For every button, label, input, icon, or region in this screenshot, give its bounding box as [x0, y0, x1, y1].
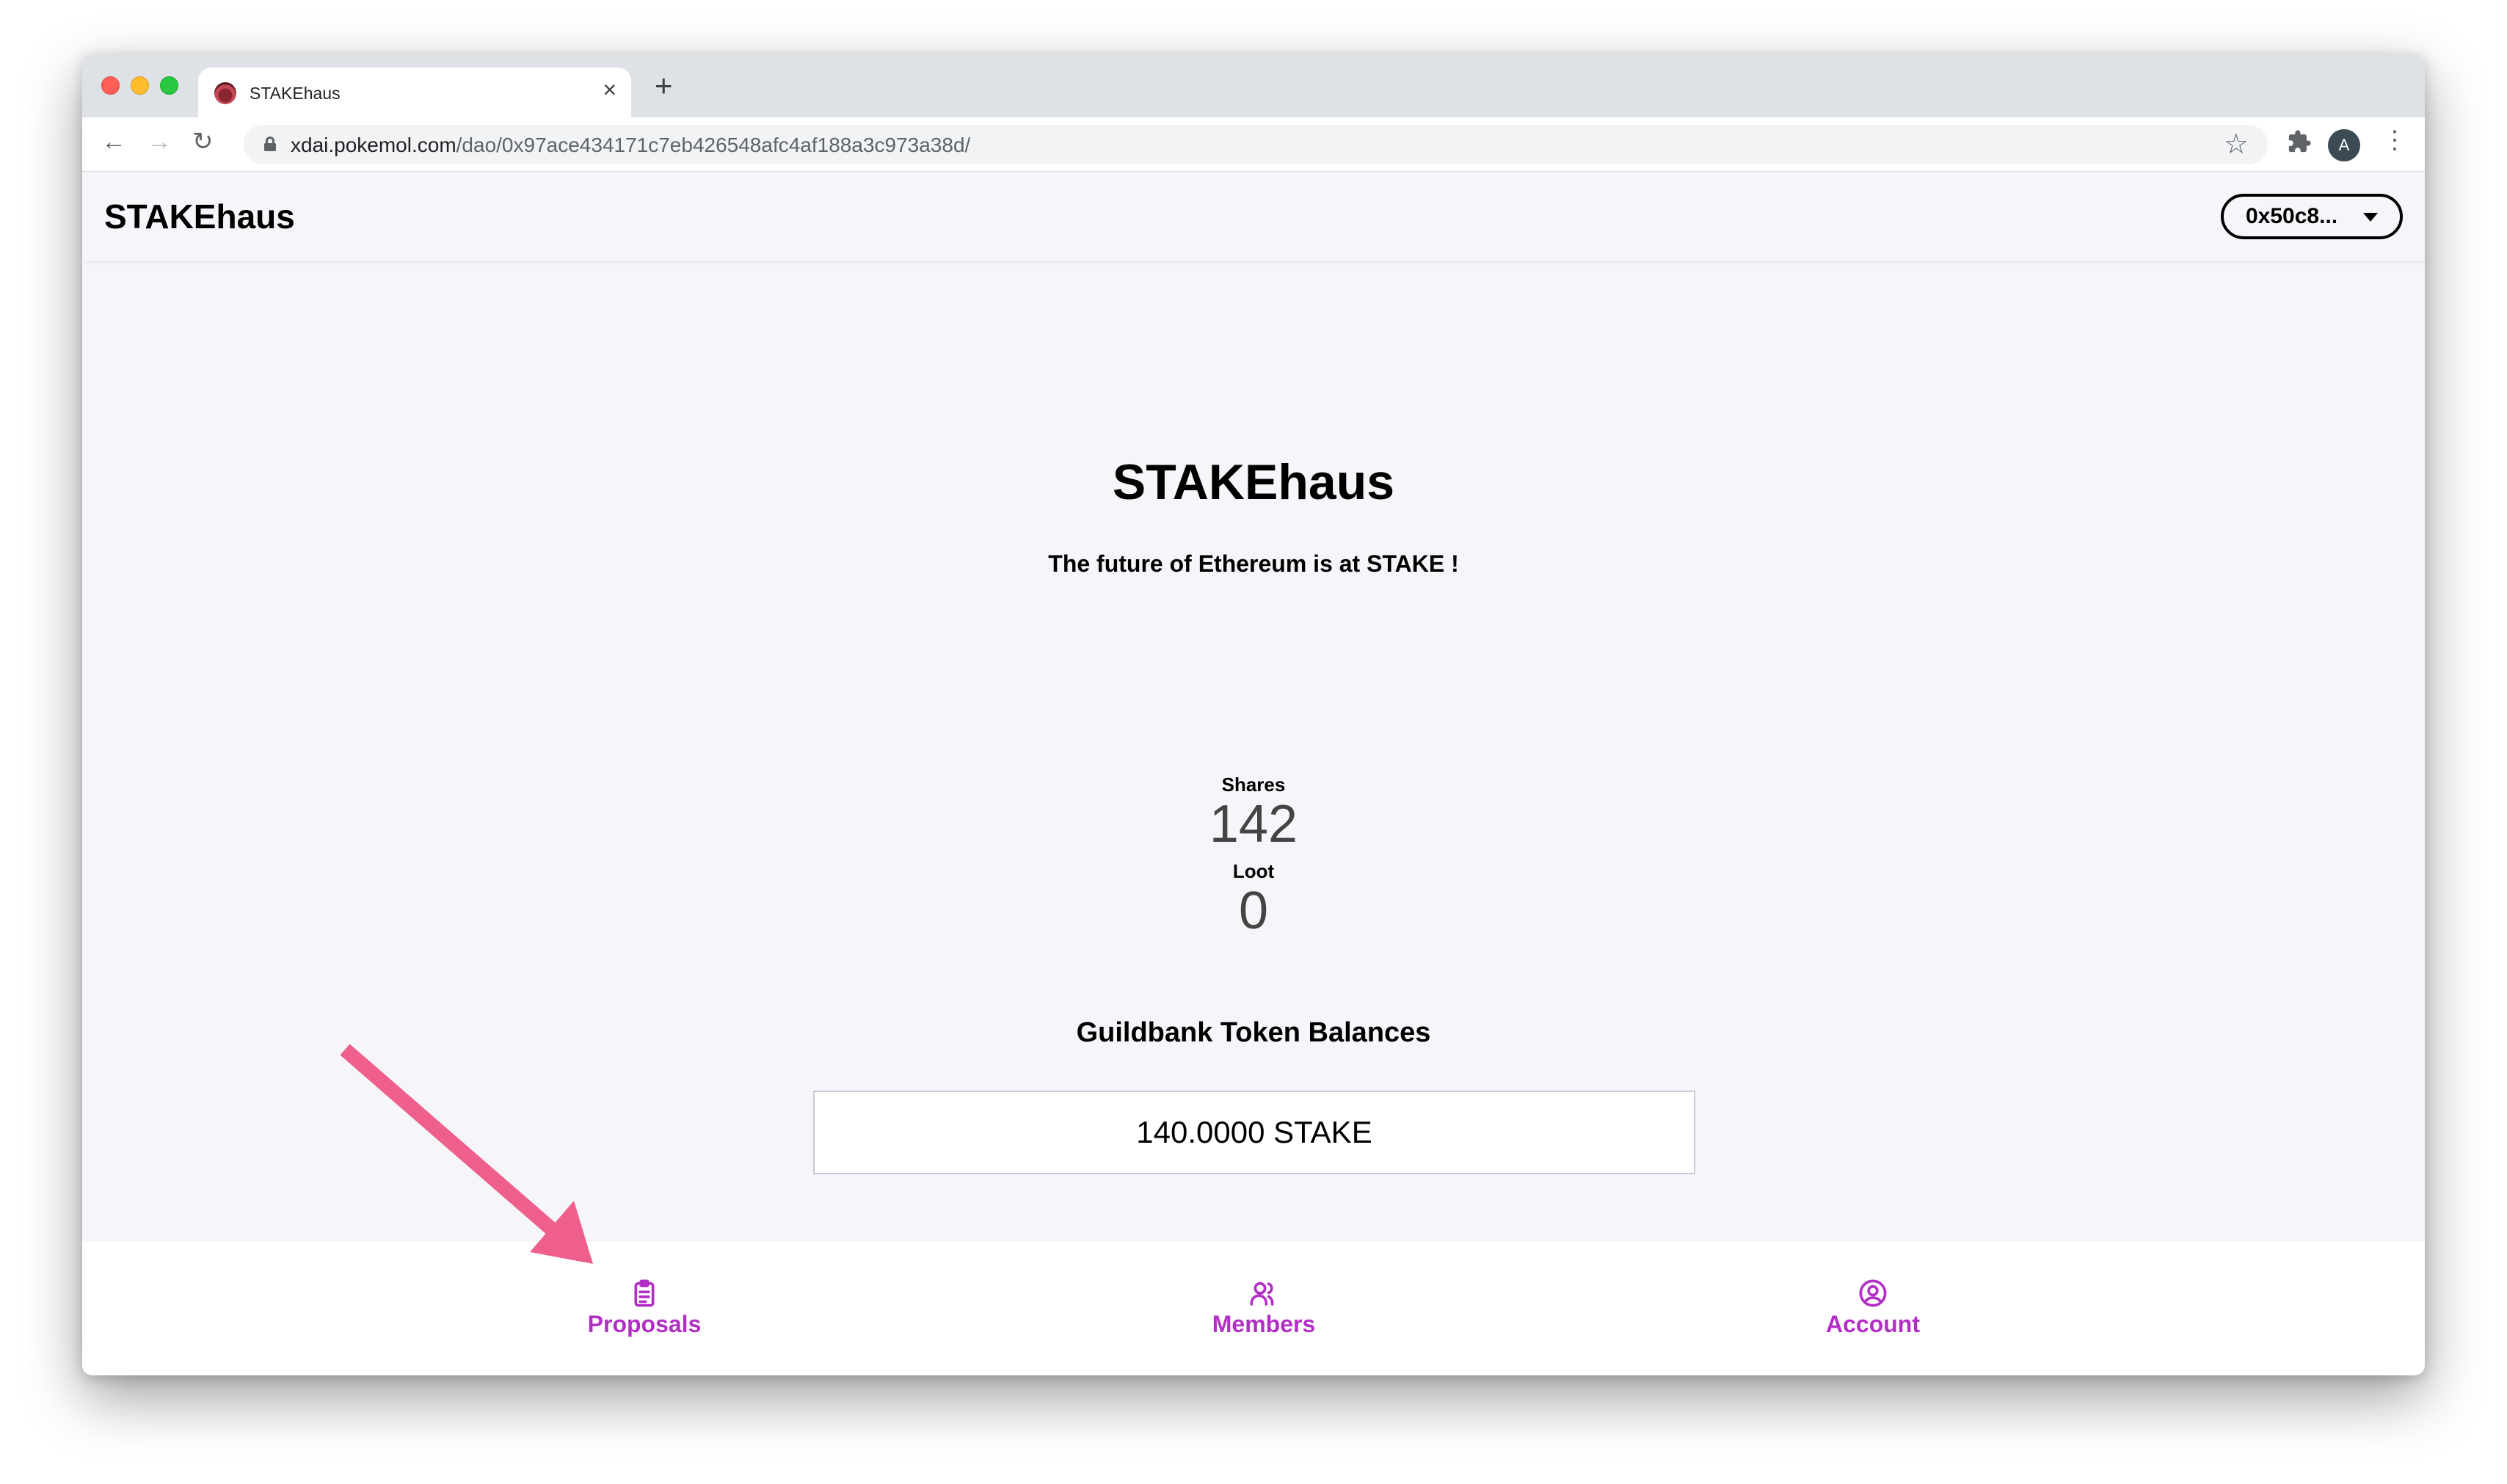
user-circle-icon	[1859, 1279, 1887, 1307]
dao-title: STAKEhaus	[1112, 454, 1395, 510]
back-arrow-icon[interactable]: ←	[101, 129, 126, 154]
users-icon	[1250, 1281, 1274, 1306]
nav-members[interactable]: Members	[1154, 1279, 1374, 1338]
nav-members-label: Members	[1212, 1311, 1316, 1337]
guildbank-title: Guildbank Token Balances	[1076, 1017, 1431, 1048]
clipboard-icon	[634, 1279, 655, 1307]
close-window-button[interactable]	[101, 76, 120, 95]
shares-label: Shares	[1221, 774, 1286, 796]
account-address: 0x50c8...	[2246, 204, 2338, 228]
shares-value: 142	[1209, 795, 1298, 854]
browser-toolbar: ← → ↻ xdai.pokemol.com/dao/0x97ace434171…	[82, 117, 2425, 172]
nav-account[interactable]: Account	[1763, 1279, 1983, 1338]
loot-label: Loot	[1232, 860, 1275, 882]
reload-icon[interactable]: ↻	[192, 129, 214, 154]
url-host: xdai.pokemol.com	[291, 134, 456, 156]
nav-proposals-label: Proposals	[587, 1311, 702, 1337]
tab-close-icon[interactable]: ×	[603, 78, 616, 101]
minimize-window-button[interactable]	[131, 76, 149, 95]
caret-down-icon	[2363, 213, 2378, 222]
maximize-window-button[interactable]	[160, 76, 178, 95]
app-header: STAKEhaus 0x50c8...	[82, 172, 2425, 261]
bottom-nav: Proposals Members Account	[82, 1242, 2425, 1375]
lock-icon	[264, 137, 276, 151]
account-dropdown-button[interactable]: 0x50c8...	[2221, 194, 2403, 239]
url-path: /dao/0x97ace434171c7eb426548afc4af188a3c…	[456, 134, 971, 156]
browser-tab[interactable]: STAKEhaus ×	[198, 68, 631, 117]
nav-account-label: Account	[1826, 1311, 1920, 1337]
forward-arrow-icon[interactable]: →	[147, 129, 172, 154]
token-balance-card: 140.0000 STAKE	[813, 1091, 1695, 1174]
profile-avatar[interactable]: A	[2328, 129, 2360, 161]
brand-logo-text[interactable]: STAKEhaus	[104, 197, 295, 236]
new-tab-icon[interactable]: +	[655, 70, 673, 101]
url-text: xdai.pokemol.com/dao/0x97ace434171c7eb42…	[291, 134, 970, 157]
address-bar[interactable]: xdai.pokemol.com/dao/0x97ace434171c7eb42…	[244, 125, 2268, 164]
browser-menu-icon[interactable]: ⋮	[2382, 128, 2407, 153]
extensions-puzzle-icon[interactable]	[2287, 129, 2312, 159]
favicon-icon	[214, 82, 236, 104]
tab-strip: STAKEhaus × +	[82, 54, 2425, 117]
tab-title: STAKEhaus	[250, 84, 341, 103]
bookmark-star-icon[interactable]: ☆	[2224, 128, 2249, 161]
loot-value: 0	[1238, 881, 1269, 940]
dao-tagline: The future of Ethereum is at STAKE !	[1048, 550, 1459, 577]
nav-proposals[interactable]: Proposals	[534, 1279, 754, 1338]
browser-window: STAKEhaus × + ← → ↻ xdai.pokemol.com/dao…	[82, 54, 2425, 1375]
